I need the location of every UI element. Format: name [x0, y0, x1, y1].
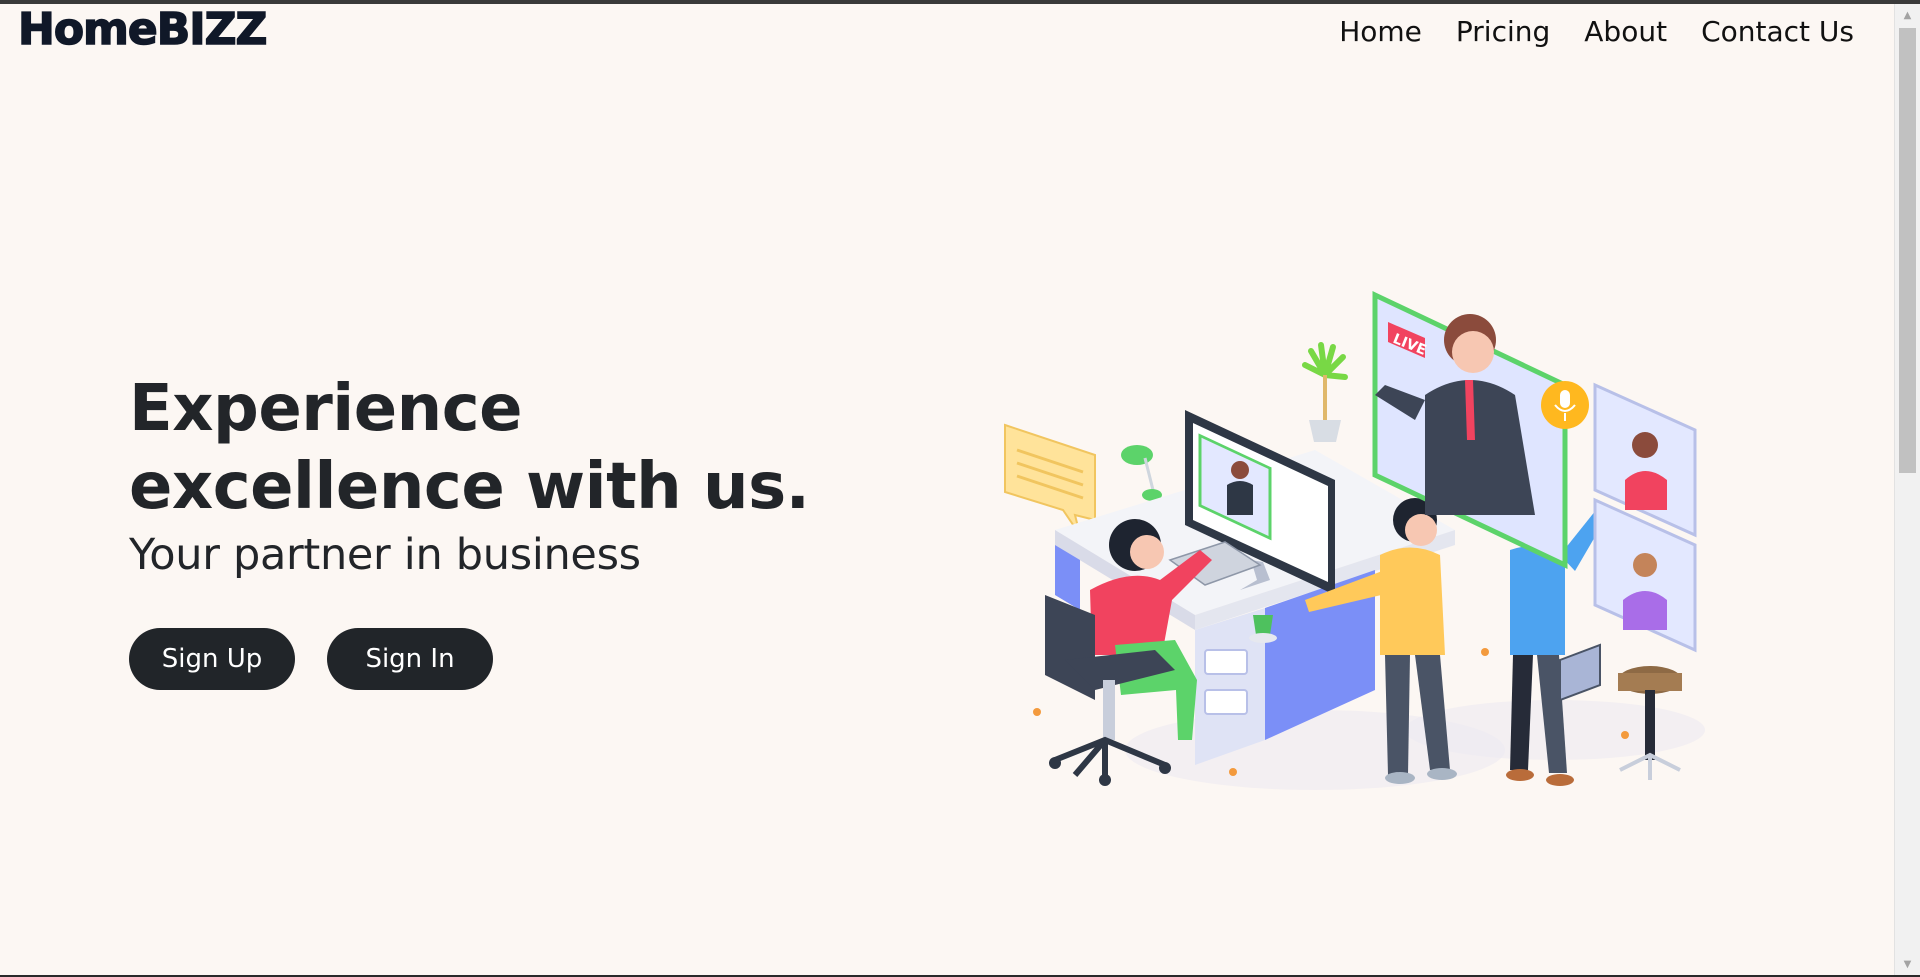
hero-title: Experience excellence with us. — [129, 372, 810, 524]
vertical-scrollbar[interactable]: ▲ ▼ — [1894, 4, 1920, 975]
microphone-icon — [1541, 381, 1589, 429]
nav-link-contact[interactable]: Contact Us — [1701, 15, 1854, 48]
desk-lamp-icon — [1121, 445, 1162, 501]
scrollbar-thumb[interactable] — [1899, 28, 1916, 473]
sign-in-button[interactable]: Sign In — [327, 628, 493, 690]
hero-illustration: LIVE — [1004, 291, 1705, 790]
window-top-edge — [0, 0, 1920, 4]
chat-bubble-icon — [1004, 423, 1096, 536]
chevron-up-icon[interactable]: ▲ — [1895, 4, 1920, 26]
nav-link-about[interactable]: About — [1584, 15, 1667, 48]
main-nav: Home Pricing About Contact Us — [1339, 15, 1854, 48]
nav-link-home[interactable]: Home — [1339, 15, 1422, 48]
nav-link-pricing[interactable]: Pricing — [1456, 15, 1550, 48]
brand-logo[interactable]: HomeBIZZ — [17, 3, 268, 56]
chevron-down-icon[interactable]: ▼ — [1895, 953, 1920, 975]
sign-up-button[interactable]: Sign Up — [129, 628, 295, 690]
hero-subtitle: Your partner in business — [129, 530, 641, 580]
plant-icon — [1302, 342, 1348, 442]
